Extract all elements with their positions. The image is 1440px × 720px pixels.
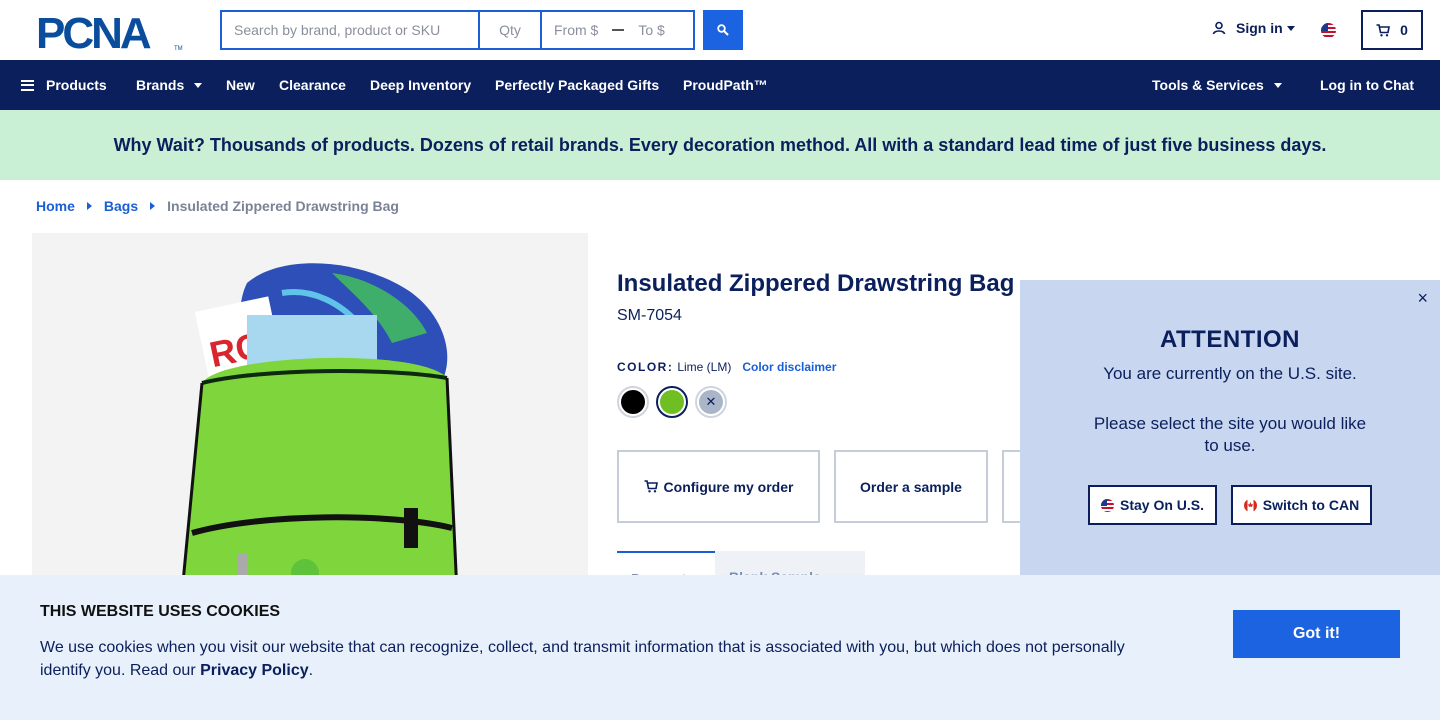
- attention-message: You are currently on the U.S. site.: [1103, 364, 1357, 383]
- cookie-title: THIS WEBSITE USES COOKIES: [40, 603, 281, 620]
- site-select-popup: × ATTENTION You are currently on the U.S…: [1020, 280, 1440, 575]
- nav-proudpath[interactable]: ProudPath™: [683, 60, 768, 110]
- nav-clearance[interactable]: Clearance: [279, 60, 346, 110]
- cookie-banner: THIS WEBSITE USES COOKIES We use cookies…: [0, 575, 1440, 720]
- breadcrumb: Home Bags Insulated Zippered Drawstring …: [36, 198, 399, 214]
- top-header: PCNA TM Search by brand, product or SKU …: [0, 0, 1440, 60]
- cart-count: 0: [1400, 22, 1408, 38]
- cookie-accept-button[interactable]: Got it!: [1233, 610, 1400, 658]
- attention-message-2: Please select the site you would like to…: [1093, 414, 1367, 455]
- bag-illustration: RCH: [180, 263, 459, 593]
- svg-text:TM: TM: [174, 46, 183, 52]
- main-nav: Products Brands New Clearance Deep Inven…: [0, 60, 1440, 110]
- sign-in-label: Sign in: [1236, 20, 1283, 36]
- price-to-input[interactable]: To $: [638, 22, 664, 38]
- search-bar: Search by brand, product or SKU Qty From…: [220, 10, 695, 50]
- caret-right-icon: [86, 202, 92, 210]
- price-from-input[interactable]: From $: [554, 22, 598, 38]
- promo-banner: Why Wait? Thousands of products. Dozens …: [0, 110, 1440, 180]
- chevron-down-icon: [1273, 82, 1282, 88]
- nav-brands-label: Brands: [136, 77, 185, 93]
- swatch-lime[interactable]: [656, 386, 688, 418]
- qty-input[interactable]: Qty: [478, 10, 540, 50]
- nav-tools-label: Tools & Services: [1152, 77, 1264, 93]
- search-icon: [717, 24, 729, 36]
- color-label: COLOR:: [617, 360, 674, 374]
- nav-products-label: Products: [46, 77, 107, 93]
- promo-text: Why Wait? Thousands of products. Dozens …: [113, 134, 1327, 155]
- chevron-down-icon: [194, 82, 203, 88]
- range-dash: [612, 29, 625, 31]
- switch-can-button[interactable]: Switch to CAN: [1231, 485, 1372, 525]
- configure-order-label: Configure my order: [663, 478, 794, 495]
- cart-icon: [644, 480, 658, 493]
- sign-in-button[interactable]: Sign in: [1212, 20, 1295, 36]
- nav-chat[interactable]: Log in to Chat: [1320, 60, 1414, 110]
- product-image[interactable]: RCH: [32, 233, 588, 593]
- cart-button[interactable]: 0: [1361, 10, 1423, 50]
- breadcrumb-current: Insulated Zippered Drawstring Bag: [167, 198, 399, 214]
- stay-us-button[interactable]: Stay On U.S.: [1088, 485, 1217, 525]
- user-icon: [1212, 21, 1226, 35]
- color-value: Lime (LM): [677, 360, 732, 374]
- breadcrumb-home[interactable]: Home: [36, 198, 75, 214]
- nav-deep-inventory[interactable]: Deep Inventory: [370, 60, 471, 110]
- menu-icon: [21, 79, 34, 91]
- search-button[interactable]: [703, 10, 743, 50]
- nav-gifts-label: Perfectly Packaged Gifts: [495, 77, 660, 93]
- swatch-unavailable[interactable]: ✕: [695, 386, 727, 418]
- nav-brands[interactable]: Brands: [136, 60, 203, 110]
- switch-can-label: Switch to CAN: [1262, 497, 1360, 513]
- close-icon[interactable]: ×: [1417, 288, 1428, 309]
- nav-new[interactable]: New: [226, 60, 255, 110]
- order-sample-button[interactable]: Order a sample: [834, 450, 988, 523]
- configure-order-button[interactable]: Configure my order: [617, 450, 820, 523]
- breadcrumb-bags[interactable]: Bags: [104, 198, 138, 214]
- price-range: From $ To $: [540, 10, 695, 50]
- nav-proudpath-label: ProudPath™: [683, 77, 768, 93]
- us-flag-icon[interactable]: [1321, 23, 1336, 38]
- nav-deep-inventory-label: Deep Inventory: [370, 77, 472, 93]
- chevron-down-icon: [1286, 25, 1295, 31]
- cart-icon: [1376, 23, 1391, 36]
- order-sample-label: Order a sample: [860, 478, 962, 495]
- color-row: COLOR: Lime (LM) Color disclaimer: [617, 360, 836, 374]
- attention-title: ATTENTION: [1159, 326, 1301, 353]
- product-title: Insulated Zippered Drawstring Bag: [617, 270, 1015, 297]
- nav-gifts[interactable]: Perfectly Packaged Gifts: [495, 60, 659, 110]
- color-swatches: ✕: [617, 386, 727, 418]
- svg-text:PCNA: PCNA: [36, 12, 151, 52]
- cookie-accept-label: Got it!: [1292, 625, 1341, 642]
- close-icon: ✕: [705, 394, 717, 409]
- nav-chat-label: Log in to Chat: [1320, 77, 1415, 93]
- privacy-policy-link[interactable]: Privacy Policy: [200, 662, 309, 679]
- nav-clearance-label: Clearance: [279, 77, 346, 93]
- caret-right-icon: [150, 202, 156, 210]
- product-sku: SM-7054: [617, 307, 682, 324]
- cookie-end: .: [308, 662, 314, 679]
- us-flag-icon: [1100, 498, 1114, 512]
- canada-flag-icon: [1243, 498, 1257, 512]
- nav-new-label: New: [226, 77, 255, 93]
- nav-products[interactable]: Products: [21, 60, 107, 110]
- stay-us-label: Stay On U.S.: [1119, 497, 1205, 513]
- pcna-logo[interactable]: PCNA TM: [36, 12, 186, 52]
- nav-tools-services[interactable]: Tools & Services: [1152, 60, 1282, 110]
- search-input[interactable]: Search by brand, product or SKU: [220, 10, 478, 50]
- swatch-black[interactable]: [617, 386, 649, 418]
- cookie-text: We use cookies when you visit our websit…: [40, 636, 1150, 682]
- color-disclaimer-link[interactable]: Color disclaimer: [742, 360, 836, 374]
